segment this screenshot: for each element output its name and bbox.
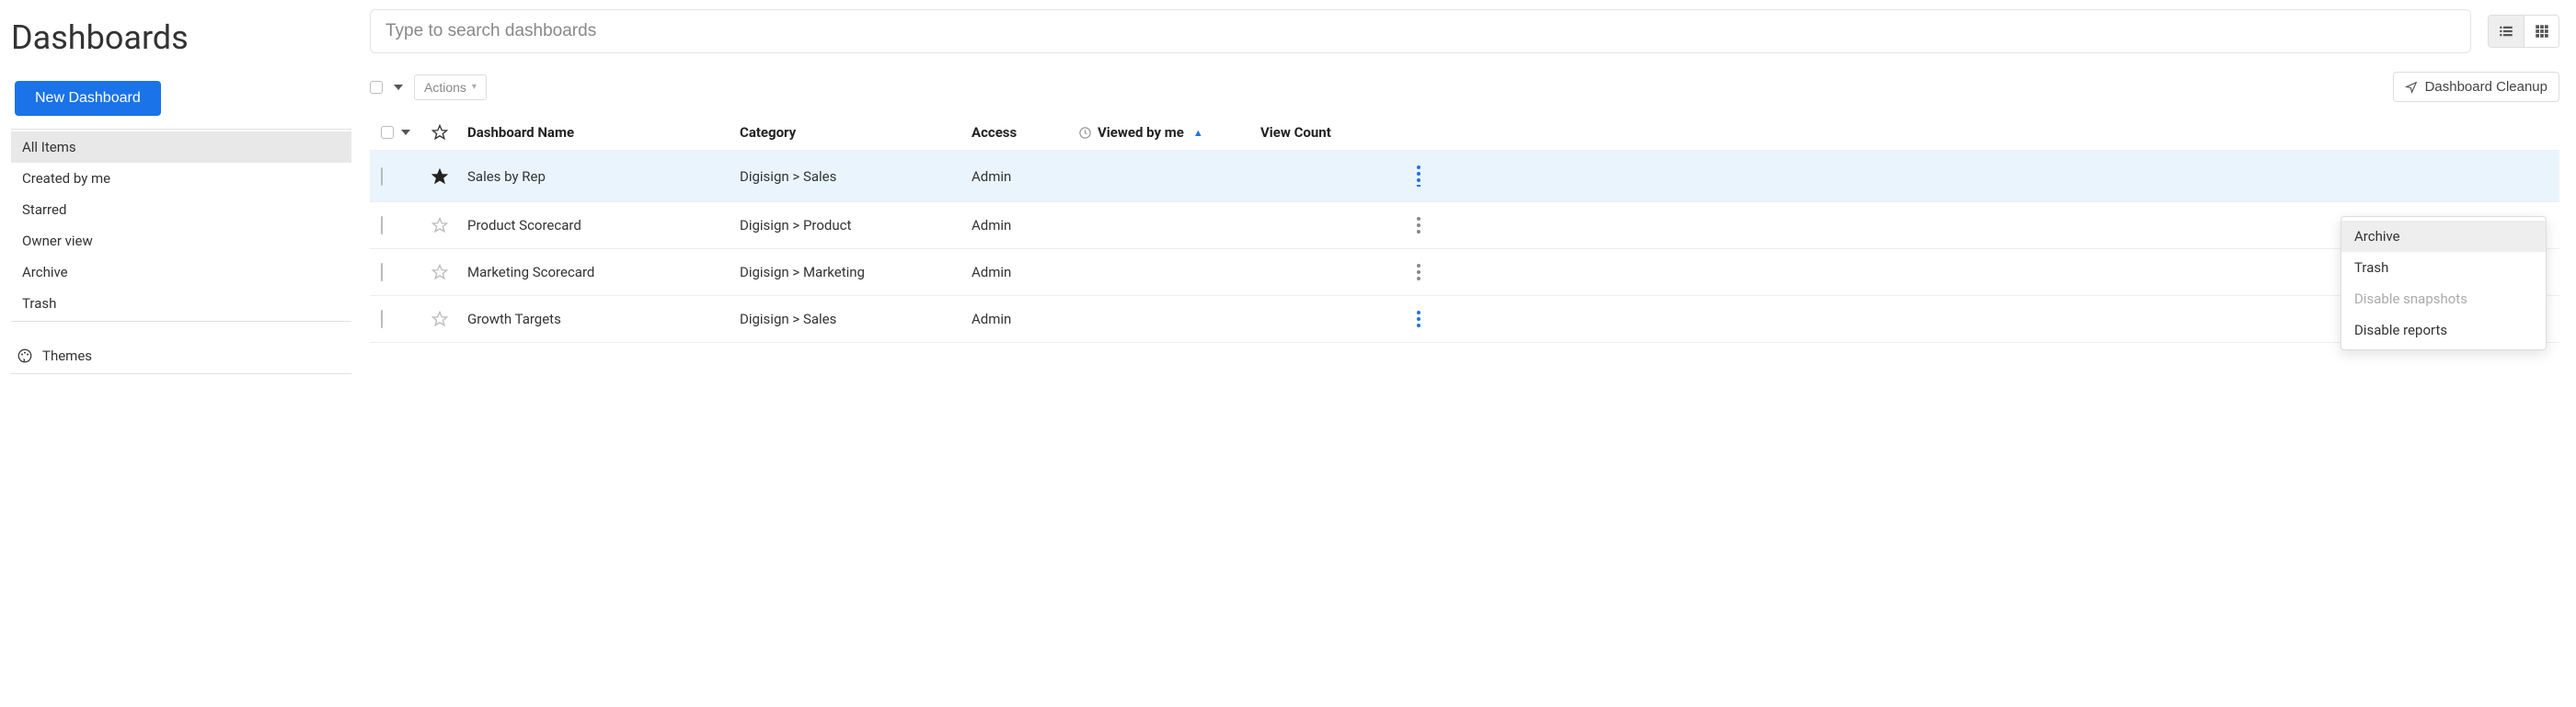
table-row[interactable]: Growth Targets Digisign > Sales Admin — [370, 296, 2559, 343]
main-content: Actions ▾ Dashboard Cleanup — [370, 9, 2559, 374]
palette-icon — [17, 348, 33, 364]
menu-item-trash[interactable]: Trash — [2341, 252, 2546, 283]
sort-asc-icon: ▲ — [1193, 127, 1203, 139]
col-view-count[interactable]: View Count — [1260, 124, 1400, 141]
grid-icon — [2534, 23, 2550, 40]
select-all-checkbox[interactable] — [370, 81, 383, 94]
sidebar-item-owner-view[interactable]: Owner view — [11, 225, 351, 257]
row-checkbox[interactable] — [381, 167, 383, 186]
row-checkbox[interactable] — [381, 216, 383, 234]
select-all-dropdown[interactable] — [394, 85, 403, 90]
grid-view-button[interactable] — [2524, 16, 2559, 47]
star-icon[interactable] — [431, 217, 448, 234]
cell-access: Admin — [972, 264, 1078, 280]
sidebar-item-created-by-me[interactable]: Created by me — [11, 163, 351, 194]
table-row[interactable]: Product Scorecard Digisign > Product Adm… — [370, 202, 2559, 249]
cell-access: Admin — [972, 168, 1078, 185]
star-icon[interactable] — [431, 264, 448, 280]
list-icon — [2498, 23, 2514, 40]
sidebar-item-themes[interactable]: Themes — [11, 338, 351, 374]
dashboard-table: Dashboard Name Category Access Viewed by… — [370, 115, 2559, 343]
clock-icon — [1078, 126, 1092, 140]
cell-category: Digisign > Sales — [740, 311, 972, 327]
dashboard-cleanup-button[interactable]: Dashboard Cleanup — [2393, 72, 2559, 102]
themes-label: Themes — [42, 348, 92, 364]
cell-dashboard-name: Growth Targets — [467, 311, 740, 327]
cell-dashboard-name: Product Scorecard — [467, 217, 740, 234]
sidebar-nav: All Items Created by me Starred Owner vi… — [11, 129, 351, 322]
more-vertical-icon — [1417, 165, 1420, 182]
page-title: Dashboards — [11, 18, 351, 57]
star-column-icon[interactable] — [431, 124, 448, 141]
row-more-button[interactable] — [1417, 165, 1420, 187]
col-category[interactable]: Category — [740, 124, 972, 141]
more-vertical-icon — [1417, 311, 1420, 327]
row-more-button[interactable] — [1417, 217, 1420, 234]
table-row[interactable]: Marketing Scorecard Digisign > Marketing… — [370, 249, 2559, 296]
col-viewed-label: Viewed by me — [1098, 124, 1184, 141]
col-viewed-by-me[interactable]: Viewed by me ▲ — [1078, 124, 1260, 141]
cleanup-icon — [2405, 81, 2418, 94]
new-dashboard-button[interactable]: New Dashboard — [15, 81, 161, 116]
star-icon[interactable] — [431, 311, 448, 327]
more-vertical-icon — [1417, 264, 1420, 280]
search-input[interactable] — [370, 9, 2471, 53]
cell-category: Digisign > Marketing — [740, 264, 972, 280]
actions-label: Actions — [424, 80, 466, 95]
col-dashboard-name[interactable]: Dashboard Name — [467, 124, 740, 141]
menu-item-archive[interactable]: Archive — [2341, 221, 2546, 252]
sidebar-item-starred[interactable]: Starred — [11, 194, 351, 225]
more-vertical-icon — [1417, 217, 1420, 234]
sidebar-item-all-items[interactable]: All Items — [11, 131, 351, 163]
chevron-down-icon: ▾ — [472, 82, 477, 92]
table-header: Dashboard Name Category Access Viewed by… — [370, 115, 2559, 151]
sidebar-item-trash[interactable]: Trash — [11, 288, 351, 319]
row-context-menu: ArchiveTrashDisable snapshotsDisable rep… — [2340, 216, 2547, 350]
star-icon[interactable] — [431, 168, 448, 185]
menu-item-disable-reports[interactable]: Disable reports — [2341, 314, 2546, 346]
menu-item-disable-snapshots: Disable snapshots — [2341, 283, 2546, 314]
row-more-button[interactable] — [1417, 311, 1420, 327]
col-access[interactable]: Access — [972, 124, 1078, 141]
row-checkbox[interactable] — [381, 263, 383, 281]
row-more-button[interactable] — [1417, 264, 1420, 280]
cell-dashboard-name: Marketing Scorecard — [467, 264, 740, 280]
actions-button[interactable]: Actions ▾ — [414, 74, 487, 100]
cell-category: Digisign > Sales — [740, 168, 972, 185]
list-view-button[interactable] — [2489, 16, 2524, 47]
row-checkbox[interactable] — [381, 310, 383, 328]
sidebar-item-archive[interactable]: Archive — [11, 257, 351, 288]
header-checkbox[interactable] — [381, 126, 394, 139]
table-row[interactable]: Sales by Rep Digisign > Sales Admin — [370, 151, 2559, 202]
sidebar: Dashboards New Dashboard All Items Creat… — [11, 9, 370, 374]
cell-dashboard-name: Sales by Rep — [467, 168, 740, 185]
header-select-dropdown[interactable] — [401, 130, 410, 135]
cell-category: Digisign > Product — [740, 217, 972, 234]
cell-access: Admin — [972, 217, 1078, 234]
cell-access: Admin — [972, 311, 1078, 327]
view-toggle — [2488, 15, 2559, 48]
cleanup-label: Dashboard Cleanup — [2425, 79, 2547, 95]
